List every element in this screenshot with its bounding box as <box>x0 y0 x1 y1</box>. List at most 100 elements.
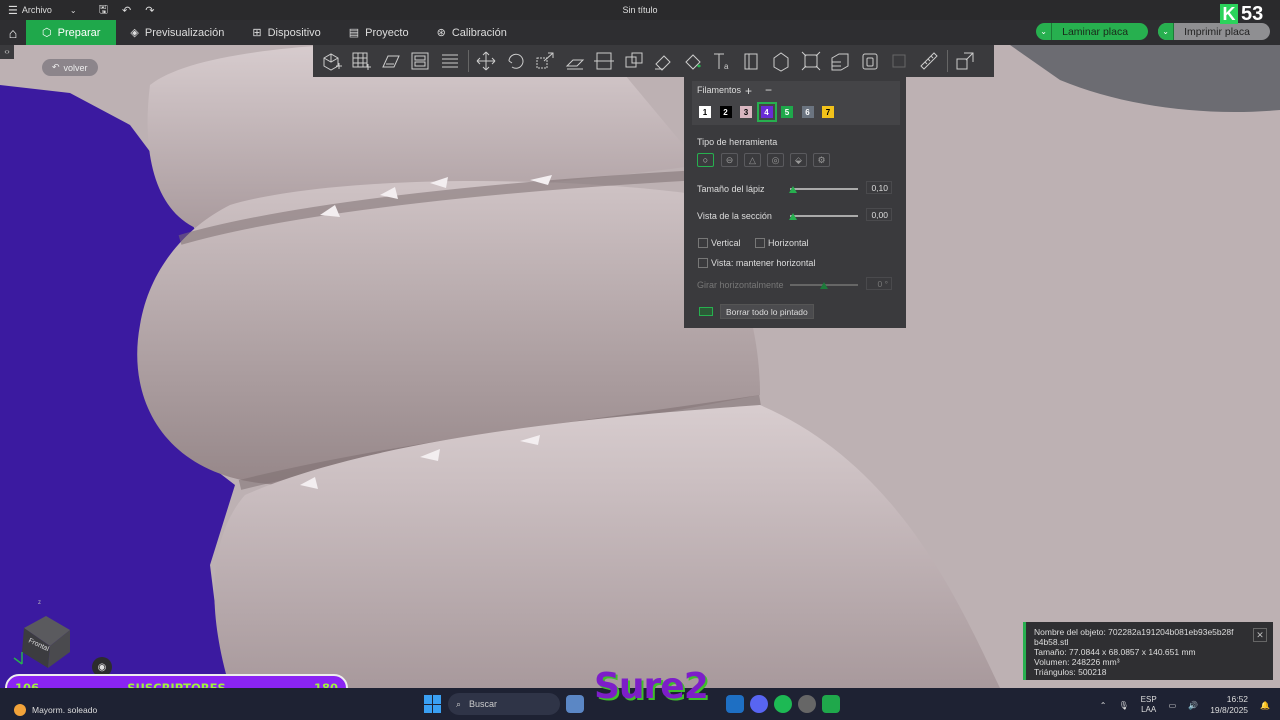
filament-swatch-2[interactable]: 2 <box>719 106 732 118</box>
object-name-line-2: b4b58.stl <box>1034 637 1069 647</box>
list-layers-icon[interactable] <box>435 45 465 77</box>
rotate-slider-thumb <box>820 282 828 289</box>
remove-filament-button[interactable]: − <box>765 83 772 97</box>
channel-logo: Sure2 <box>594 666 709 707</box>
add-object-icon[interactable] <box>317 45 347 77</box>
tab-calibracion[interactable]: ⊛ Calibración <box>423 20 521 45</box>
vertical-checkbox[interactable] <box>698 238 708 248</box>
lay-on-face-icon[interactable] <box>560 45 590 77</box>
clear-all-painted-button[interactable]: Borrar todo lo pintado <box>720 304 814 319</box>
cut-icon[interactable] <box>590 45 620 77</box>
chevron-down-icon[interactable]: ⌄ <box>1036 23 1053 40</box>
filament-swatch-7[interactable]: 7 <box>822 106 834 118</box>
filament-swatch-3[interactable]: 3 <box>740 106 752 118</box>
notifications-icon[interactable]: 🔔 <box>1260 701 1270 710</box>
add-plate-icon[interactable] <box>347 45 377 77</box>
tab-preparar[interactable]: ⬡ Preparar <box>26 20 117 45</box>
object-toolbar: a <box>313 45 994 77</box>
height-range-icon[interactable]: ◎ <box>767 153 784 167</box>
kick-badge: K 53 <box>1220 3 1276 25</box>
sidebar-toggle-icon[interactable]: ‹› <box>0 45 14 59</box>
navigation-cube[interactable]: z Frontal <box>10 598 74 668</box>
chevron-up-icon[interactable]: ⌃ <box>1100 701 1107 710</box>
emboss-icon[interactable] <box>855 45 885 77</box>
taskbar-search[interactable]: ⌕ Buscar <box>448 693 560 715</box>
bambu-studio-icon[interactable] <box>822 695 840 713</box>
color-paint-panel: Filamentos + − 1234567 Tipo de herramien… <box>684 77 906 328</box>
section-view-slider[interactable] <box>790 215 858 217</box>
assembly-icon <box>885 45 915 77</box>
file-menu[interactable]: ☰ Archivo ⌄ <box>0 4 77 17</box>
boolean-icon[interactable] <box>619 45 649 77</box>
chevron-down-icon[interactable]: ⌄ <box>1158 23 1175 40</box>
text-icon[interactable]: a <box>708 45 738 77</box>
top-navigation: ⌂ ⬡ Preparar ◈ Previsualización ⊞ Dispos… <box>0 20 1280 45</box>
ruler-icon[interactable] <box>914 45 944 77</box>
support-paint-icon[interactable] <box>649 45 679 77</box>
slice-plate-button[interactable]: ⌄ Laminar placa <box>1036 23 1149 40</box>
chrome-icon[interactable] <box>798 695 816 713</box>
close-icon[interactable]: ✕ <box>1253 628 1267 642</box>
object-info-panel: Nombre del objeto: 702282a191204b081eb93… <box>1023 622 1273 680</box>
seam-paint-icon[interactable] <box>737 45 767 77</box>
tab-label: Preparar <box>57 26 101 39</box>
horizontal-checkbox[interactable] <box>755 238 765 248</box>
sphere-brush-icon[interactable]: ⊖ <box>721 153 738 167</box>
clock[interactable]: 16:52 19/8/2025 <box>1210 694 1248 716</box>
variable-layer-icon[interactable] <box>826 45 856 77</box>
triangle-brush-icon[interactable]: △ <box>744 153 761 167</box>
add-filament-button[interactable]: + <box>745 84 752 98</box>
tab-label: Previsualización <box>144 26 225 39</box>
filament-swatch-5[interactable]: 5 <box>781 106 793 118</box>
redo-icon[interactable]: ↷ <box>145 4 154 17</box>
filament-swatch-1[interactable]: 1 <box>699 106 711 118</box>
outlook-icon[interactable] <box>726 695 744 713</box>
viewer-count: 53 <box>1241 2 1264 25</box>
section-view-value[interactable]: 0,00 <box>866 208 892 221</box>
volume-icon[interactable]: 🔊 <box>1188 701 1198 710</box>
filament-swatch-6[interactable]: 6 <box>801 106 814 118</box>
tab-proyecto[interactable]: ▤ Proyecto <box>335 20 423 45</box>
3d-viewport[interactable]: ‹› ↶ volver <box>0 45 1280 688</box>
tab-dispositivo[interactable]: ⊞ Dispositivo <box>238 20 334 45</box>
circle-brush-icon[interactable]: ○ <box>697 153 714 167</box>
chevron-down-icon: ⌄ <box>69 5 77 15</box>
spotify-icon[interactable] <box>774 695 792 713</box>
weather-app-icon[interactable] <box>566 695 584 713</box>
split-objects-icon[interactable] <box>951 45 981 77</box>
microphone-icon[interactable]: 🎙 <box>1119 701 1129 710</box>
section-view-label: Vista de la sección <box>697 211 772 221</box>
measure-bbox-icon[interactable] <box>796 45 826 77</box>
home-icon[interactable]: ⌂ <box>0 20 26 45</box>
scale-icon[interactable] <box>531 45 561 77</box>
object-name-line: Nombre del objeto: 702282a191204b081eb93… <box>1034 627 1234 637</box>
print-plate-button[interactable]: ⌄ Imprimir placa <box>1158 23 1270 40</box>
start-menu-icon[interactable] <box>424 695 442 713</box>
fill-bucket-icon[interactable]: ⬙ <box>790 153 807 167</box>
back-button[interactable]: ↶ volver <box>42 59 98 76</box>
gap-fill-icon[interactable]: ⚙ <box>813 153 830 167</box>
rotate-icon[interactable] <box>501 45 531 77</box>
filament-swatch-4[interactable]: 4 <box>756 102 777 122</box>
pencil-size-value[interactable]: 0,10 <box>866 181 892 194</box>
tab-previsualizacion[interactable]: ◈ Previsualización <box>116 20 238 45</box>
fuzzy-skin-icon[interactable] <box>767 45 797 77</box>
arrange-icon[interactable] <box>406 45 436 77</box>
object-size-line: Tamaño: 77.0844 x 68.0857 x 140.651 mm <box>1034 647 1196 657</box>
tab-label: Dispositivo <box>267 26 321 39</box>
save-icon[interactable]: 🖫 <box>99 1 108 20</box>
badge-letter: K <box>1220 4 1238 24</box>
auto-orient-icon[interactable] <box>376 45 406 77</box>
weather-widget[interactable]: Mayorm. soleado <box>14 704 97 716</box>
section-view-slider-thumb[interactable] <box>789 213 797 220</box>
move-icon[interactable] <box>472 45 502 77</box>
pencil-size-slider[interactable] <box>790 188 858 190</box>
pencil-size-slider-thumb[interactable] <box>789 186 797 193</box>
network-icon[interactable]: ▭ <box>1169 701 1177 710</box>
color-paint-icon[interactable] <box>678 45 708 77</box>
undo-icon[interactable]: ↶ <box>122 4 131 17</box>
language-indicator[interactable]: ESP LAA <box>1141 695 1157 715</box>
discord-icon[interactable] <box>750 695 768 713</box>
keep-horizontal-checkbox[interactable] <box>698 258 708 268</box>
weather-text: Mayorm. soleado <box>32 705 98 715</box>
